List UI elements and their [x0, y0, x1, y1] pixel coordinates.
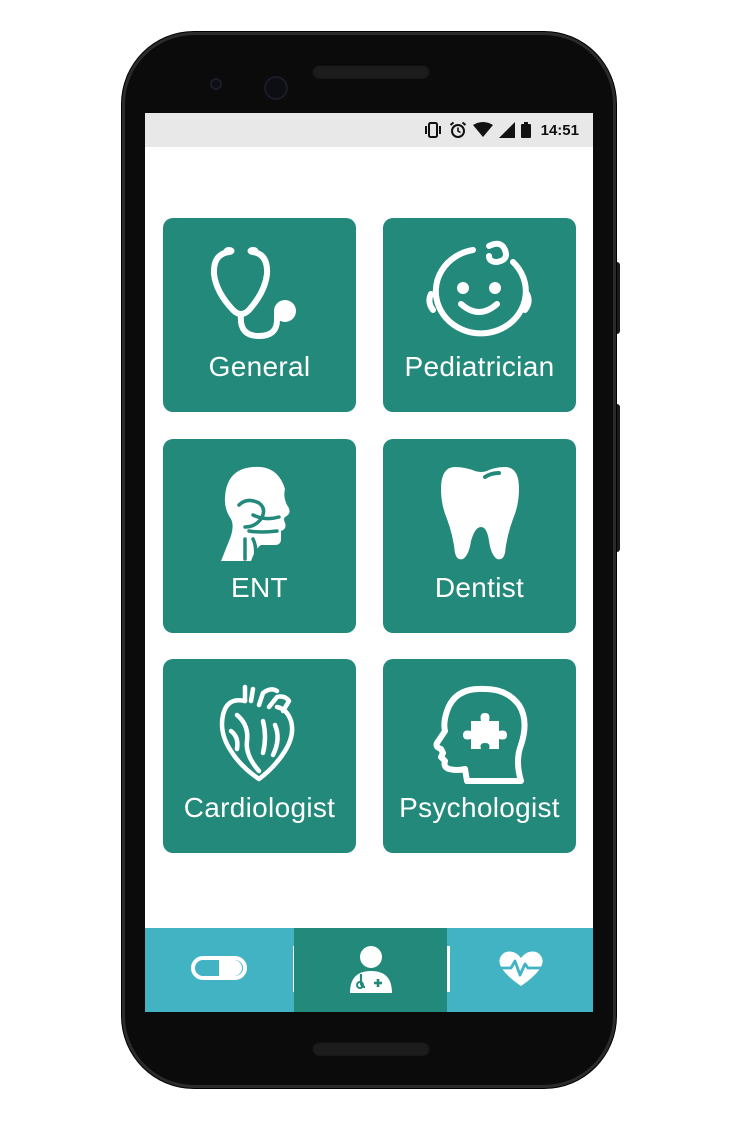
stethoscope-icon — [163, 240, 356, 344]
specialty-label: Psychologist — [399, 792, 560, 823]
front-camera — [266, 78, 286, 98]
doctor-icon — [346, 943, 396, 997]
specialty-label: Pediatrician — [404, 351, 555, 382]
tooth-icon — [383, 461, 576, 565]
pill-icon — [190, 955, 248, 985]
heartbeat-icon — [494, 948, 547, 992]
alarm-icon — [449, 121, 467, 139]
baby-face-icon — [383, 240, 576, 344]
specialty-label: General — [208, 351, 311, 382]
specialty-tile-general[interactable]: General — [163, 218, 356, 412]
bottom-speaker — [312, 1041, 430, 1056]
heart-icon — [163, 681, 356, 785]
nav-health[interactable] — [448, 928, 593, 1012]
brain-puzzle-icon — [383, 681, 576, 785]
clock: 14:51 — [540, 121, 579, 139]
wifi-icon — [472, 122, 493, 138]
specialty-label: Cardiologist — [183, 792, 336, 823]
head-profile-icon — [163, 461, 356, 565]
signal-icon — [498, 122, 515, 138]
battery-icon — [520, 122, 531, 138]
specialty-tile-dentist[interactable]: Dentist — [383, 439, 576, 633]
specialty-label: Dentist — [434, 572, 525, 603]
specialty-tile-cardiologist[interactable]: Cardiologist — [163, 659, 356, 853]
status-bar: 14:51 — [145, 113, 593, 147]
specialty-tile-ent[interactable]: ENT — [163, 439, 356, 633]
specialty-label: ENT — [231, 572, 288, 603]
specialty-tile-pediatrician[interactable]: Pediatrician — [383, 218, 576, 412]
bottom-nav — [145, 928, 593, 1012]
earpiece-speaker — [312, 64, 430, 79]
nav-medications[interactable] — [145, 928, 293, 1012]
front-sensor — [212, 80, 220, 88]
app-screen: 14:51 General Pediatrician ENT Dentist C… — [145, 113, 593, 1012]
nav-doctors[interactable] — [294, 928, 447, 1012]
specialty-tile-psychologist[interactable]: Psychologist — [383, 659, 576, 853]
vibrate-icon — [423, 122, 443, 138]
